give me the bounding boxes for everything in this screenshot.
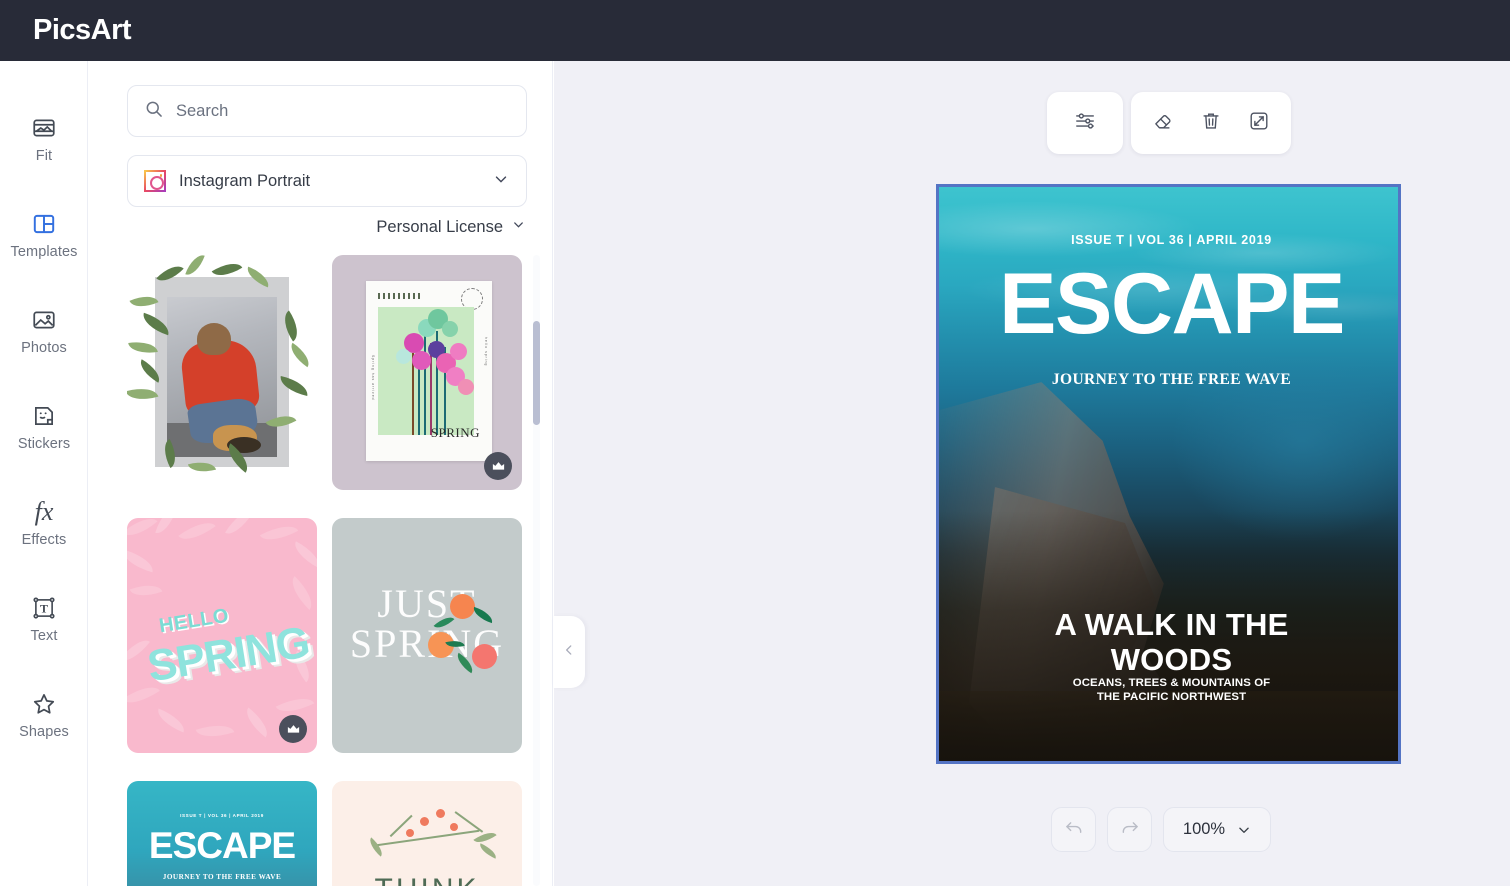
sidebar-item-templates[interactable]: Templates bbox=[0, 187, 88, 283]
template-card[interactable]: Spring has arrived hello spring SPRING bbox=[332, 255, 522, 490]
search-bar[interactable] bbox=[127, 85, 527, 137]
panel-collapse-button[interactable] bbox=[553, 616, 585, 688]
sidebar-item-photos[interactable]: Photos bbox=[0, 283, 88, 379]
artwork-caption-line1: OCEANS, TREES & MOUNTAINS OF bbox=[1072, 677, 1271, 689]
sidebar-item-fit[interactable]: Fit bbox=[0, 91, 88, 187]
canvas-size-value: Instagram Portrait bbox=[179, 171, 311, 190]
delete-button[interactable] bbox=[1189, 101, 1233, 145]
template-card[interactable]: HELLO SPRING bbox=[127, 518, 317, 753]
search-icon bbox=[144, 99, 164, 124]
sidebar-label-photos: Photos bbox=[21, 339, 67, 356]
artwork-canvas[interactable]: ISSUE T | VOL 36 | APRIL 2019 ESCAPE JOU… bbox=[936, 184, 1401, 764]
zoom-level-select[interactable]: 100% bbox=[1163, 807, 1271, 852]
artwork-caption-line2: THE PACIFIC NORTHWEST bbox=[1096, 690, 1247, 703]
sidebar-item-stickers[interactable]: Stickers bbox=[0, 379, 88, 475]
sidebar-label-shapes: Shapes bbox=[19, 723, 69, 740]
artwork-caption[interactable]: OCEANS, TREES & MOUNTAINS OF THE PACIFIC… bbox=[939, 677, 1398, 704]
adjust-toolbar bbox=[1047, 92, 1123, 154]
eraser-button[interactable] bbox=[1141, 101, 1185, 145]
zoom-level-value: 100% bbox=[1182, 820, 1226, 838]
chevron-down-icon bbox=[492, 170, 510, 193]
sidebar-label-text: Text bbox=[30, 627, 58, 644]
panel-scrollbar[interactable] bbox=[533, 255, 540, 886]
sidebar-item-effects[interactable]: fx Effects bbox=[0, 475, 88, 571]
undo-arrow-icon bbox=[1064, 817, 1084, 842]
template-title: ESCAPE bbox=[148, 825, 296, 866]
redo-arrow-icon bbox=[1120, 817, 1140, 842]
fit-icon bbox=[31, 115, 57, 141]
template-card[interactable] bbox=[127, 255, 317, 490]
artwork-subtitle[interactable]: JOURNEY TO THE FREE WAVE bbox=[939, 371, 1398, 389]
artwork-headline-line1: A WALK IN THE bbox=[1054, 607, 1289, 642]
template-card[interactable]: JUST SPRING bbox=[332, 518, 522, 753]
canvas-size-select[interactable]: Instagram Portrait bbox=[127, 155, 527, 207]
canvas-stage: ISSUE T | VOL 36 | APRIL 2019 ESCAPE JOU… bbox=[553, 61, 1510, 886]
sidebar-label-effects: Effects bbox=[21, 531, 67, 548]
top-bar: PicsArt bbox=[0, 0, 1510, 61]
object-toolbar bbox=[1131, 92, 1291, 154]
effects-fx-icon: fx bbox=[34, 496, 54, 526]
license-value: Personal License bbox=[376, 217, 503, 236]
sidebar-label-templates: Templates bbox=[10, 243, 78, 260]
svg-text:T: T bbox=[40, 601, 48, 615]
trash-icon bbox=[1200, 110, 1222, 137]
expand-arrows-icon bbox=[1248, 110, 1270, 137]
sidebar-label-fit: Fit bbox=[35, 147, 53, 164]
templates-panel: Instagram Portrait Personal License bbox=[89, 61, 553, 886]
undo-button[interactable] bbox=[1051, 807, 1096, 852]
chevron-left-icon bbox=[562, 643, 576, 662]
resize-button[interactable] bbox=[1237, 101, 1281, 145]
search-input[interactable] bbox=[176, 101, 496, 121]
templates-grid: Spring has arrived hello spring SPRING H… bbox=[89, 255, 552, 886]
left-sidebar: Fit Templates Photos Stickers fx Effects… bbox=[0, 61, 88, 886]
template-text-line1: THINK bbox=[332, 873, 522, 886]
template-card[interactable]: THINK SPRING bbox=[332, 781, 522, 886]
chevron-down-icon bbox=[1237, 823, 1251, 837]
license-select[interactable]: Personal License bbox=[376, 217, 526, 237]
adjust-button[interactable] bbox=[1063, 101, 1107, 145]
sidebar-item-text[interactable]: T Text bbox=[0, 571, 88, 667]
shapes-star-icon bbox=[31, 691, 57, 717]
template-meta: ISSUE T | VOL 36 | APRIL 2019 bbox=[180, 813, 264, 818]
stickers-icon bbox=[31, 403, 57, 429]
artwork-headline[interactable]: A WALK IN THE WOODS bbox=[939, 607, 1398, 677]
templates-icon bbox=[31, 211, 57, 237]
premium-crown-icon bbox=[484, 452, 512, 480]
sliders-icon bbox=[1074, 110, 1096, 137]
sidebar-item-shapes[interactable]: Shapes bbox=[0, 667, 88, 763]
template-caption: SPRING bbox=[430, 425, 480, 440]
artwork-title[interactable]: ESCAPE bbox=[939, 261, 1398, 347]
artwork-issue-meta[interactable]: ISSUE T | VOL 36 | APRIL 2019 bbox=[939, 233, 1398, 247]
redo-button[interactable] bbox=[1107, 807, 1152, 852]
instagram-icon bbox=[144, 170, 166, 192]
panel-scrollbar-thumb[interactable] bbox=[533, 321, 540, 425]
sidebar-label-stickers: Stickers bbox=[17, 435, 71, 452]
template-card[interactable]: ISSUE T | VOL 36 | APRIL 2019 ESCAPE JOU… bbox=[127, 781, 317, 886]
app-logo[interactable]: PicsArt bbox=[33, 14, 132, 47]
premium-crown-icon bbox=[279, 715, 307, 743]
templates-grid-scroll[interactable]: Spring has arrived hello spring SPRING H… bbox=[89, 255, 552, 886]
eraser-icon bbox=[1152, 110, 1174, 137]
photos-icon bbox=[31, 307, 57, 333]
artwork-headline-line2: WOODS bbox=[1110, 642, 1233, 677]
chevron-down-icon bbox=[511, 217, 526, 237]
text-icon: T bbox=[31, 595, 57, 621]
zoom-controls: 100% bbox=[1051, 807, 1271, 852]
template-subtitle: JOURNEY TO THE FREE WAVE bbox=[162, 873, 282, 881]
